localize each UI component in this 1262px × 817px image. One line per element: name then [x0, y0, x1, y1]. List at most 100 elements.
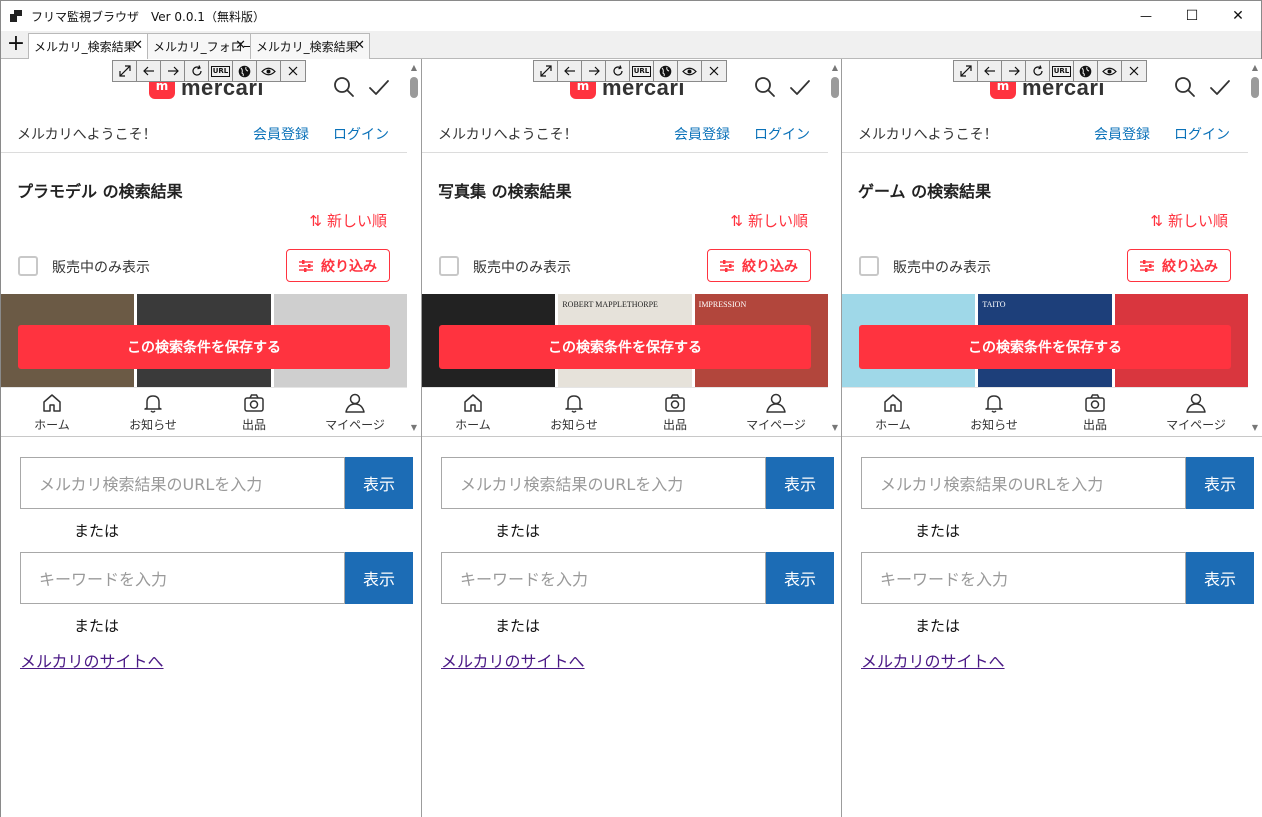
- pane-divider[interactable]: [421, 59, 422, 817]
- scroll-down-icon[interactable]: ▼: [1248, 421, 1262, 435]
- expand-button[interactable]: [113, 61, 137, 81]
- tab-close-icon[interactable]: ✕: [132, 38, 143, 53]
- mercari-site-link[interactable]: メルカリのサイトへ: [20, 648, 164, 672]
- search-icon[interactable]: [753, 75, 777, 99]
- save-search-button[interactable]: この検索条件を保存する: [439, 325, 811, 369]
- back-button[interactable]: [558, 61, 582, 81]
- maximize-button[interactable]: ☐: [1169, 1, 1215, 31]
- login-link[interactable]: ログイン: [1174, 124, 1230, 144]
- on-sale-checkbox[interactable]: [439, 256, 459, 276]
- tab-mercari-search-1[interactable]: メルカリ_検索結果 ✕: [28, 33, 148, 59]
- scrollbar-thumb[interactable]: [831, 77, 839, 98]
- login-link[interactable]: ログイン: [754, 124, 810, 144]
- mercari-site-link[interactable]: メルカリのサイトへ: [861, 648, 1005, 672]
- nav-sell[interactable]: 出品: [1055, 392, 1135, 433]
- nav-home[interactable]: ホーム: [12, 392, 92, 433]
- scroll-up-icon[interactable]: ▲: [1248, 61, 1262, 75]
- expand-button[interactable]: [954, 61, 978, 81]
- vertical-scrollbar[interactable]: ▲ ▼: [407, 59, 421, 436]
- tab-mercari-follow[interactable]: メルカリ_フォロー ✕: [147, 33, 255, 59]
- sort-button[interactable]: ⇅ 新しい順: [309, 210, 387, 231]
- scroll-up-icon[interactable]: ▲: [407, 61, 421, 75]
- close-pane-button[interactable]: [1122, 61, 1146, 81]
- close-button[interactable]: ✕: [1215, 1, 1261, 31]
- globe-button[interactable]: [654, 61, 678, 81]
- show-url-button[interactable]: 表示: [766, 457, 834, 509]
- arrow-right-icon: [588, 66, 600, 76]
- close-pane-button[interactable]: [281, 61, 305, 81]
- on-sale-checkbox[interactable]: [859, 256, 879, 276]
- vertical-scrollbar[interactable]: ▲ ▼: [828, 59, 842, 436]
- keyword-input[interactable]: キーワードを入力: [20, 552, 345, 604]
- scrollbar-thumb[interactable]: [1251, 77, 1259, 98]
- reload-button[interactable]: [606, 61, 630, 81]
- back-button[interactable]: [978, 61, 1002, 81]
- url-input[interactable]: メルカリ検索結果のURLを入力: [20, 457, 345, 509]
- keyword-input[interactable]: キーワードを入力: [441, 552, 766, 604]
- pane-divider[interactable]: [841, 59, 842, 817]
- forward-button[interactable]: [582, 61, 606, 81]
- nav-sell[interactable]: 出品: [635, 392, 715, 433]
- nav-mypage[interactable]: マイページ: [1156, 392, 1236, 433]
- expand-button[interactable]: [534, 61, 558, 81]
- watch-button[interactable]: [678, 61, 702, 81]
- nav-mypage[interactable]: マイページ: [736, 392, 816, 433]
- back-button[interactable]: [137, 61, 161, 81]
- url-button[interactable]: URL: [630, 61, 654, 81]
- register-link[interactable]: 会員登録: [674, 124, 730, 144]
- checklist-icon[interactable]: [788, 75, 812, 99]
- forward-button[interactable]: [161, 61, 185, 81]
- globe-button[interactable]: [1074, 61, 1098, 81]
- globe-button[interactable]: [233, 61, 257, 81]
- search-icon[interactable]: [332, 75, 356, 99]
- login-link[interactable]: ログイン: [333, 124, 389, 144]
- vertical-scrollbar[interactable]: ▲ ▼: [1248, 59, 1262, 436]
- watch-button[interactable]: [1098, 61, 1122, 81]
- checklist-icon[interactable]: [1208, 75, 1232, 99]
- watch-button[interactable]: [257, 61, 281, 81]
- sort-button[interactable]: ⇅ 新しい順: [730, 210, 808, 231]
- nav-mypage[interactable]: マイページ: [315, 392, 395, 433]
- reload-button[interactable]: [1026, 61, 1050, 81]
- show-url-button[interactable]: 表示: [1186, 457, 1254, 509]
- nav-home[interactable]: ホーム: [433, 392, 513, 433]
- url-input[interactable]: メルカリ検索結果のURLを入力: [861, 457, 1186, 509]
- show-keyword-button[interactable]: 表示: [1186, 552, 1254, 604]
- scroll-down-icon[interactable]: ▼: [828, 421, 842, 435]
- mercari-site-link[interactable]: メルカリのサイトへ: [441, 648, 585, 672]
- show-keyword-button[interactable]: 表示: [345, 552, 413, 604]
- forward-button[interactable]: [1002, 61, 1026, 81]
- filter-button[interactable]: 絞り込み: [707, 249, 811, 282]
- tab-close-icon[interactable]: ✕: [354, 38, 365, 53]
- show-keyword-button[interactable]: 表示: [766, 552, 834, 604]
- url-button[interactable]: URL: [209, 61, 233, 81]
- add-tab-button[interactable]: +: [5, 33, 27, 57]
- nav-sell[interactable]: 出品: [214, 392, 294, 433]
- register-link[interactable]: 会員登録: [1094, 124, 1150, 144]
- minimize-button[interactable]: —: [1123, 1, 1169, 31]
- scroll-down-icon[interactable]: ▼: [407, 421, 421, 435]
- filter-button[interactable]: 絞り込み: [1127, 249, 1231, 282]
- save-search-button[interactable]: この検索条件を保存する: [859, 325, 1231, 369]
- sort-button[interactable]: ⇅ 新しい順: [1150, 210, 1228, 231]
- save-search-button[interactable]: この検索条件を保存する: [18, 325, 390, 369]
- nav-notifications[interactable]: お知らせ: [113, 392, 193, 433]
- url-button[interactable]: URL: [1050, 61, 1074, 81]
- nav-notifications[interactable]: お知らせ: [534, 392, 614, 433]
- checklist-icon[interactable]: [367, 75, 391, 99]
- keyword-input[interactable]: キーワードを入力: [861, 552, 1186, 604]
- show-url-button[interactable]: 表示: [345, 457, 413, 509]
- close-pane-button[interactable]: [702, 61, 726, 81]
- search-icon[interactable]: [1173, 75, 1197, 99]
- scrollbar-thumb[interactable]: [410, 77, 418, 98]
- filter-button[interactable]: 絞り込み: [286, 249, 390, 282]
- register-link[interactable]: 会員登録: [253, 124, 309, 144]
- on-sale-checkbox[interactable]: [18, 256, 38, 276]
- nav-home[interactable]: ホーム: [853, 392, 933, 433]
- url-input[interactable]: メルカリ検索結果のURLを入力: [441, 457, 766, 509]
- reload-button[interactable]: [185, 61, 209, 81]
- scroll-up-icon[interactable]: ▲: [828, 61, 842, 75]
- tab-mercari-search-2[interactable]: メルカリ_検索結果 ✕: [250, 33, 370, 59]
- nav-notifications[interactable]: お知らせ: [954, 392, 1034, 433]
- tab-close-icon[interactable]: ✕: [235, 38, 246, 53]
